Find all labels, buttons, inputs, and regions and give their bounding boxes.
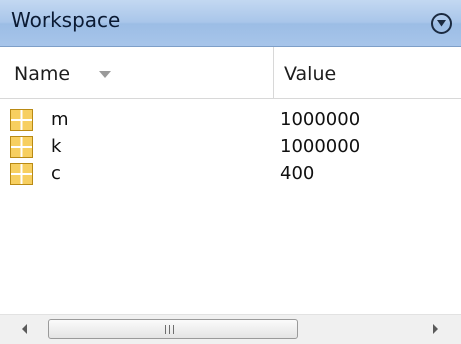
variable-value: 1000000 <box>280 136 361 157</box>
sort-descending-triangle-icon <box>99 71 111 78</box>
variable-name: k <box>51 136 62 157</box>
variable-row-k[interactable]: k 1000000 <box>0 133 461 160</box>
scrollbar-thumb[interactable] <box>48 319 298 339</box>
panel-title: Workspace <box>11 8 121 32</box>
variable-row-m[interactable]: m 1000000 <box>0 106 461 133</box>
variable-name: c <box>51 163 61 184</box>
arrow-left-icon[interactable] <box>22 324 27 334</box>
matrix-grid-icon <box>10 136 33 158</box>
matrix-grid-icon <box>10 163 33 185</box>
horizontal-scrollbar[interactable] <box>0 314 461 344</box>
column-header-row: Name Value <box>0 47 461 99</box>
column-header-value-label: Value <box>284 63 337 85</box>
variable-value: 1000000 <box>280 109 361 130</box>
column-header-name[interactable]: Name <box>0 47 274 98</box>
column-header-value[interactable]: Value <box>274 47 461 98</box>
panel-title-bar[interactable]: Workspace <box>0 0 461 47</box>
scroll-grip-icon <box>165 325 174 334</box>
variable-list: m 1000000 k 1000000 c 400 <box>0 100 461 310</box>
matrix-grid-icon <box>10 109 33 131</box>
column-header-name-label: Name <box>14 63 71 85</box>
variable-value: 400 <box>280 163 315 184</box>
workspace-panel: Workspace Name Value m 1000000 k 1000000… <box>0 0 461 344</box>
circle-chevron-down-icon[interactable] <box>431 13 452 34</box>
variable-name: m <box>51 109 69 130</box>
variable-row-c[interactable]: c 400 <box>0 160 461 187</box>
arrow-right-icon[interactable] <box>433 324 438 334</box>
